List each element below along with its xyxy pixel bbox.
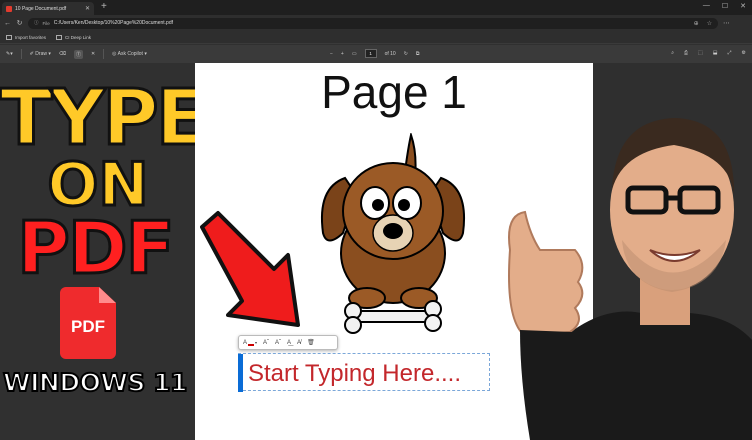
text-box[interactable]: Start Typing Here.... <box>238 353 490 392</box>
red-arrow-graphic <box>200 211 300 327</box>
url-path: C:/Users/Ken/Desktop/10%20Page%20Documen… <box>53 20 173 26</box>
fit-page-icon[interactable]: ▭ <box>352 51 357 57</box>
page-total: of 10 <box>384 50 396 57</box>
pdf-file-icon: PDF <box>60 287 116 359</box>
maximize-icon[interactable]: ☐ <box>722 2 728 10</box>
page-view-icon[interactable]: ⧉ <box>416 51 420 57</box>
back-icon[interactable]: ← <box>4 20 11 27</box>
favorites-bar: Import favorites CI Deep Link <box>0 31 752 44</box>
text-spacing-icon[interactable]: A͟ <box>287 340 291 346</box>
rotate-icon[interactable]: ↻ <box>404 51 408 57</box>
zoom-icon[interactable]: ⊕ <box>694 20 699 27</box>
copilot-button[interactable]: ◎ Ask Copilot ▾ <box>112 51 147 57</box>
favorite-label: Import favorites <box>15 34 47 40</box>
text-color-icon: A <box>243 339 248 346</box>
url-scheme-label: File <box>42 20 50 26</box>
pdf-favicon-icon <box>6 5 12 12</box>
info-icon: ⓘ <box>34 20 39 25</box>
favorite-label: CI Deep Link <box>65 34 92 40</box>
favorite-star-icon[interactable]: ☆ <box>707 20 712 27</box>
close-tab-icon[interactable]: ✕ <box>85 5 90 12</box>
tab-title: 10 Page Document.pdf <box>15 5 67 12</box>
print-icon[interactable]: ⎙ <box>684 50 688 56</box>
tab-document[interactable]: 10 Page Document.pdf ✕ <box>2 2 94 15</box>
chevron-down-icon: ▾ <box>255 340 258 345</box>
save-icon[interactable]: ⬚ <box>698 50 703 56</box>
headline-windows-11: WINDOWS 11 <box>2 367 188 398</box>
copilot-label: Ask Copilot <box>117 51 143 57</box>
favorite-deep-link[interactable]: CI Deep Link <box>56 34 92 40</box>
minimize-icon[interactable]: — <box>703 2 710 10</box>
text-box-content[interactable]: Start Typing Here.... <box>248 360 461 388</box>
screenshot: 10 Page Document.pdf ✕ + — ☐ ✕ ← ↻ ⓘ Fil… <box>0 0 752 440</box>
fullscreen-icon[interactable]: ⤢ <box>728 50 732 56</box>
add-text-icon[interactable]: Ⓣ <box>73 49 83 59</box>
presenter-photo <box>508 118 752 440</box>
zoom-out-icon[interactable]: − <box>330 51 333 57</box>
pdf-icon-label: PDF <box>71 317 105 336</box>
headline-pdf: PDF <box>16 205 177 292</box>
close-window-icon[interactable]: ✕ <box>740 2 746 10</box>
page-number-input[interactable]: 1 <box>364 49 377 58</box>
tab-bar: 10 Page Document.pdf ✕ + — ☐ ✕ <box>0 0 752 15</box>
text-style-icon[interactable]: A̸ <box>297 340 301 346</box>
import-icon <box>6 34 12 40</box>
text-box-cursor-bar <box>238 354 243 392</box>
erase-text-icon[interactable]: ✕ <box>91 51 95 57</box>
text-color-button[interactable]: A ▾ <box>243 340 257 346</box>
pdf-toolbar: ✎▾ ✐ Draw ▾ ⌫ Ⓣ ✕ ◎ Ask Copilot ▾ − + ▭ … <box>0 45 752 63</box>
url-field[interactable]: ⓘ File C:/Users/Ken/Desktop/10%20Page%20… <box>28 17 718 29</box>
dog-illustration <box>321 133 465 334</box>
menu-icon[interactable]: ⋯ <box>723 19 730 27</box>
new-tab-icon[interactable]: + <box>101 1 107 12</box>
zoom-in-icon[interactable]: + <box>341 51 344 57</box>
highlight-icon[interactable]: ✎▾ <box>6 51 13 57</box>
draw-button[interactable]: ✐ Draw ▾ <box>30 51 51 57</box>
refresh-icon[interactable]: ↻ <box>16 19 23 27</box>
draw-label: Draw <box>35 51 47 57</box>
decrease-font-icon[interactable]: Aˇ <box>263 340 269 346</box>
window-controls: — ☐ ✕ <box>703 2 746 10</box>
page-icon <box>56 34 63 40</box>
delete-icon[interactable]: 🗑 <box>307 339 315 346</box>
text-format-toolbar: A ▾ Aˇ Aˆ A͟ A̸ 🗑 <box>238 335 338 350</box>
favorite-import[interactable]: Import favorites <box>6 34 47 40</box>
increase-font-icon[interactable]: Aˆ <box>275 340 281 346</box>
search-icon[interactable]: ⌕ <box>671 50 674 56</box>
address-bar: ← ↻ ⓘ File C:/Users/Ken/Desktop/10%20Pag… <box>0 15 752 31</box>
eraser-icon[interactable]: ⌫ <box>59 51 66 57</box>
settings-icon[interactable]: ⚙ <box>742 50 746 56</box>
save-as-icon[interactable]: ⬓ <box>713 50 718 56</box>
